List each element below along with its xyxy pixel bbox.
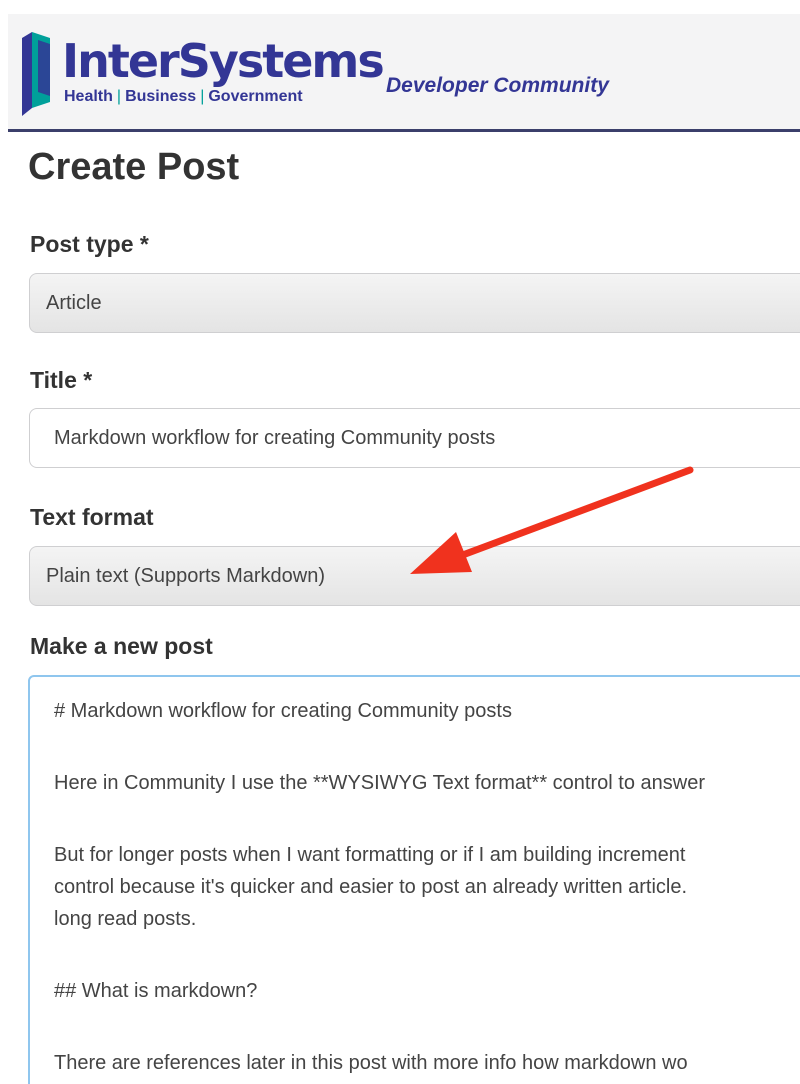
developer-community-link[interactable]: Developer Community [386, 74, 609, 98]
body-line: There are references later in this post … [54, 1052, 688, 1074]
tagline-separator: | [200, 88, 205, 105]
post-type-label: Post type * [30, 231, 149, 257]
red-arrow-annotation-icon [410, 466, 694, 574]
post-type-select[interactable]: Article [29, 273, 800, 333]
intersystems-logo-icon [22, 32, 50, 116]
text-format-label: Text format [30, 504, 154, 530]
body-line: control because it's quicker and easier … [54, 876, 688, 898]
title-label: Title * [30, 367, 93, 393]
body-line: ## What is markdown? [54, 980, 258, 1002]
title-input[interactable]: Markdown workflow for creating Community… [29, 408, 800, 468]
tagline-separator: | [116, 88, 122, 105]
title-input-value: Markdown workflow for creating Community… [54, 426, 496, 449]
post-body-label: Make a new post [30, 633, 213, 659]
page-title: Create Post [28, 146, 240, 188]
text-format-value: Plain text (Supports Markdown) [46, 564, 326, 587]
post-type-value: Article [46, 291, 102, 314]
body-line: # Markdown workflow for creating Communi… [54, 700, 512, 722]
tagline-business: Business [125, 88, 197, 105]
site-header: InterSystems Health | Business | Government … [8, 14, 800, 132]
body-line: But for longer posts when I want formatt… [54, 844, 686, 866]
brand-name[interactable]: InterSystems [62, 36, 385, 86]
tagline-health: Health [64, 88, 113, 105]
post-body-textarea[interactable]: # Markdown workflow for creating Communi… [28, 675, 800, 1084]
tagline-government: Government [208, 88, 303, 105]
body-line: long read posts. [54, 908, 197, 930]
body-line: Here in Community I use the **WYSIWYG Te… [54, 772, 705, 794]
brand-tagline: Health | Business | Government [64, 88, 303, 106]
